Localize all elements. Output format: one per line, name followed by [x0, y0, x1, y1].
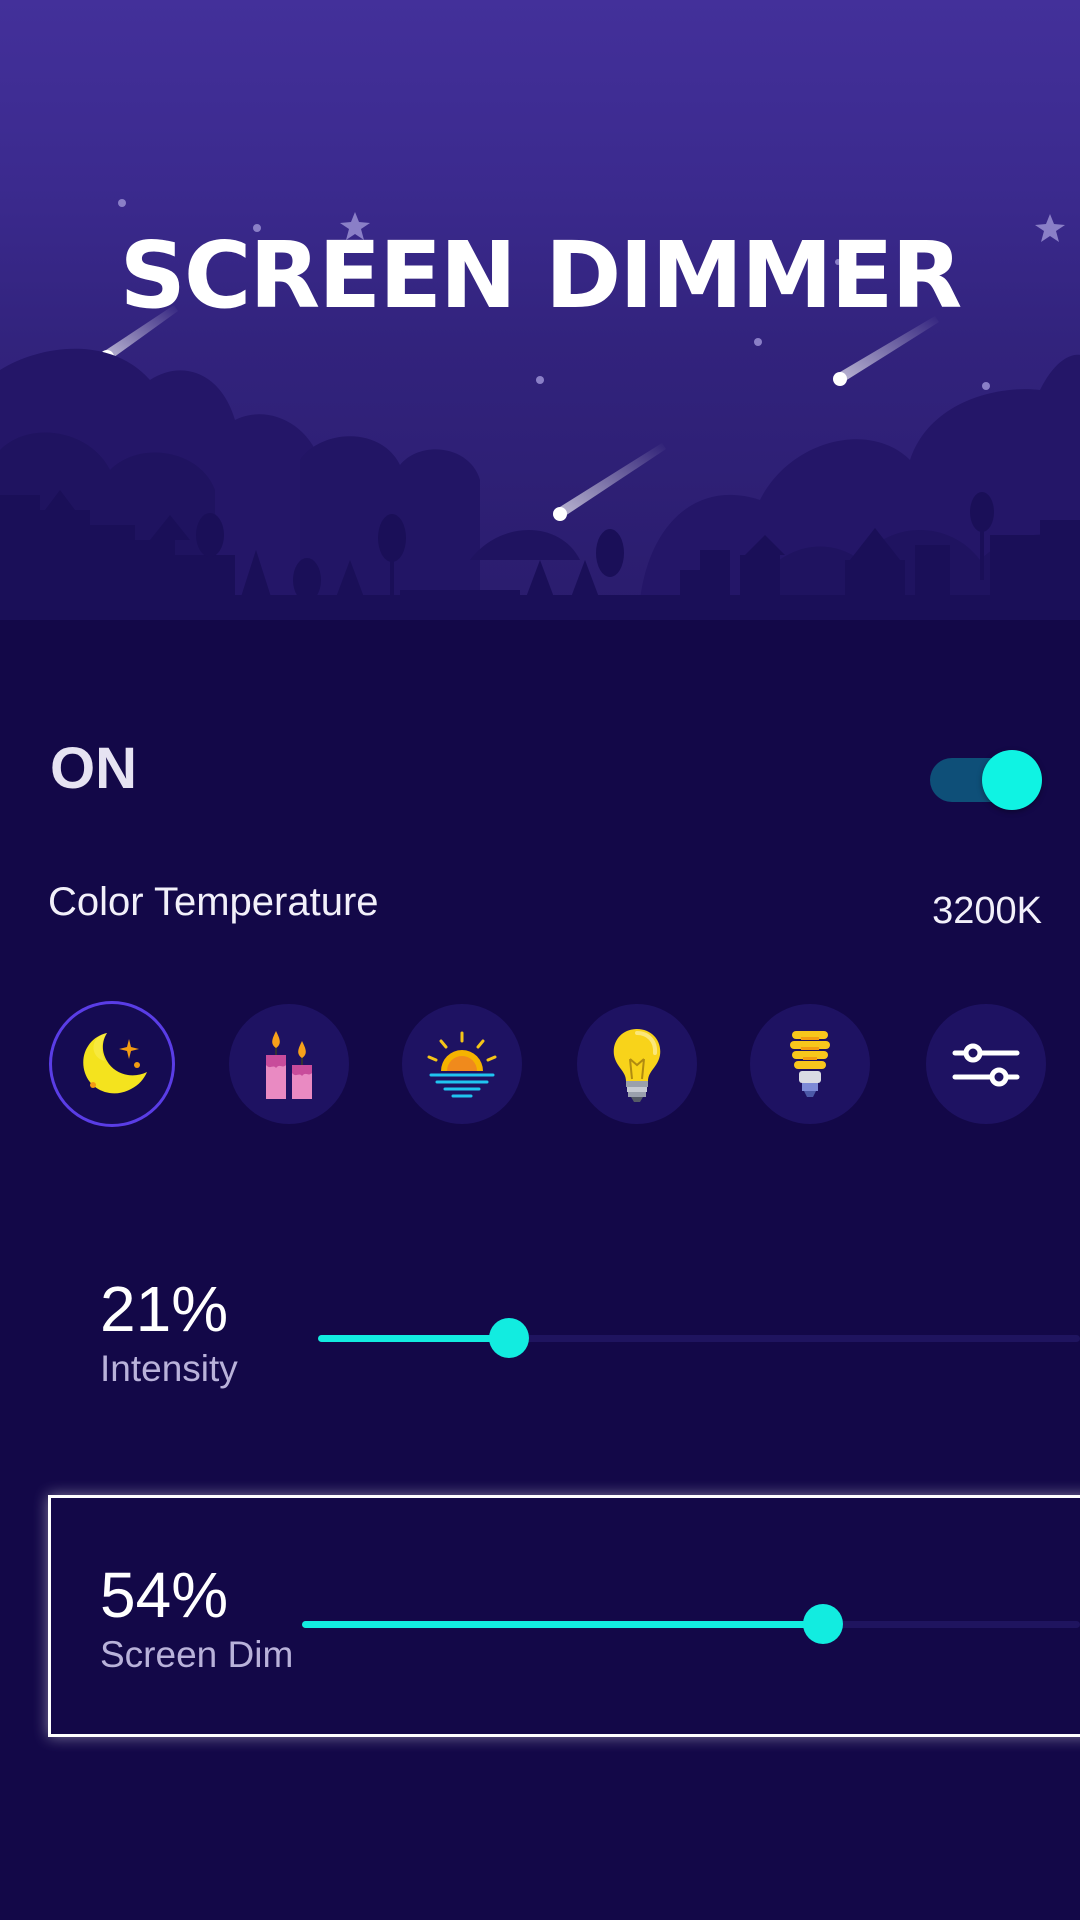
- preset-custom[interactable]: [926, 1004, 1046, 1124]
- hero-banner: SCREEN DIMMER: [0, 0, 1080, 620]
- intensity-slider[interactable]: [318, 1318, 1080, 1358]
- slider-fill: [318, 1335, 509, 1342]
- slider-fill: [302, 1621, 824, 1628]
- preset-sunset[interactable]: [402, 1004, 522, 1124]
- preset-candles[interactable]: [229, 1004, 349, 1124]
- preset-light-bulb[interactable]: [577, 1004, 697, 1124]
- power-row: ON: [50, 730, 1042, 810]
- custom-sliders-icon: [952, 1043, 1020, 1087]
- candles-icon: [266, 1031, 312, 1099]
- screen-dim-control: 54% Screen Dim: [100, 1558, 1080, 1698]
- cfl-bulb-icon: [790, 1031, 830, 1097]
- screen-dim-value: 54%: [100, 1559, 229, 1631]
- light-bulb-icon: [613, 1029, 661, 1102]
- intensity-control: 21% Intensity: [100, 1272, 1080, 1412]
- intensity-value: 21%: [100, 1273, 229, 1345]
- color-temperature-value: 3200K: [932, 890, 1042, 932]
- moon-icon: [83, 1033, 147, 1094]
- power-toggle[interactable]: [930, 740, 1042, 810]
- screen-dim-slider[interactable]: [302, 1604, 1080, 1644]
- power-status-label: ON: [50, 736, 137, 801]
- color-presets: [52, 1004, 1048, 1126]
- sunset-icon: [427, 1031, 497, 1098]
- preset-moon[interactable]: [52, 1004, 172, 1124]
- toggle-knob[interactable]: [982, 750, 1042, 810]
- color-temperature-label: Color Temperature: [48, 880, 379, 924]
- app-title: SCREEN DIMMER: [119, 222, 963, 329]
- slider-thumb[interactable]: [803, 1604, 844, 1644]
- screen-dim-caption: Screen Dim: [100, 1634, 294, 1675]
- intensity-caption: Intensity: [100, 1348, 238, 1389]
- slider-thumb[interactable]: [488, 1318, 529, 1358]
- preset-cfl-bulb[interactable]: [750, 1004, 870, 1124]
